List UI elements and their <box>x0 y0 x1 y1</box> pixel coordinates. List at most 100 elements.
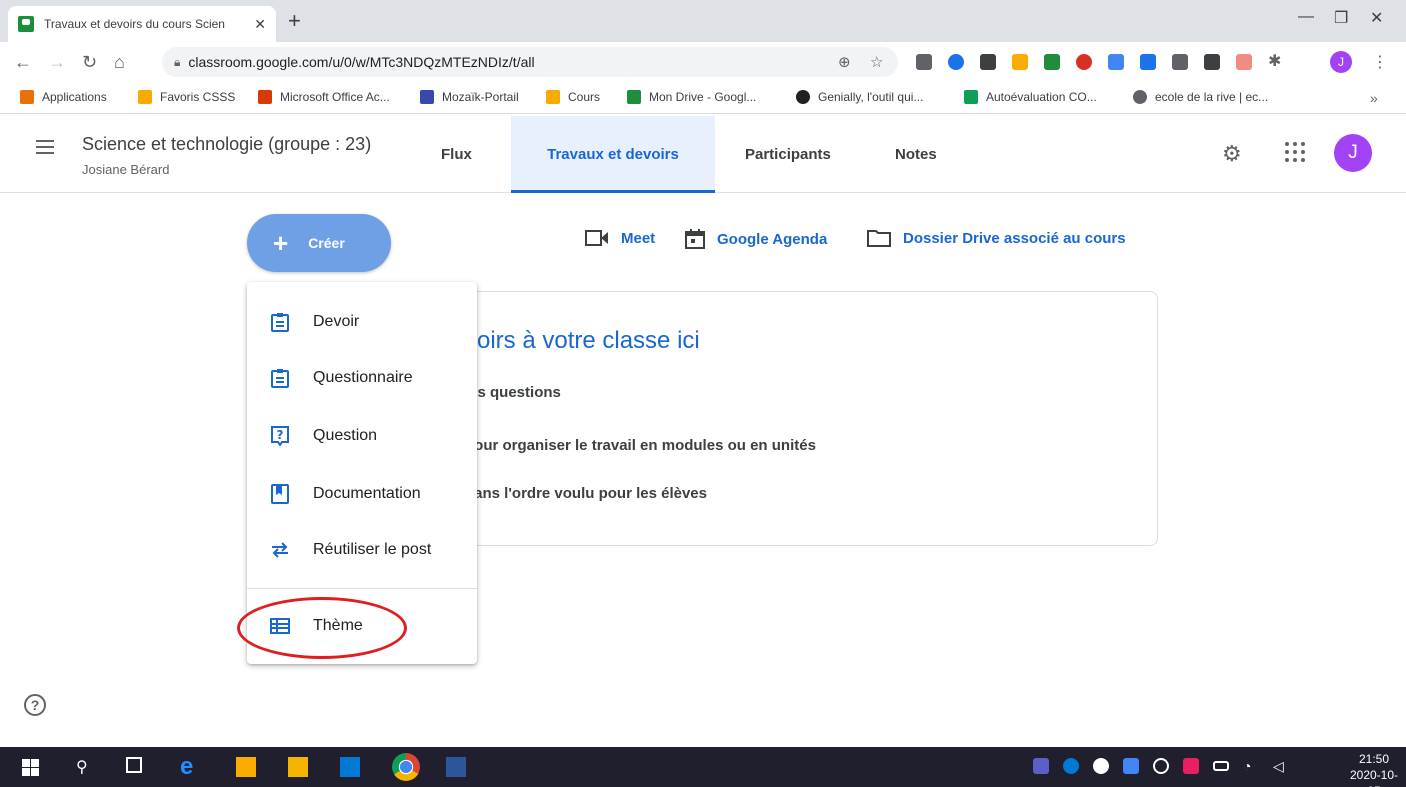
sticky-notes-icon[interactable] <box>236 757 256 777</box>
task-view-icon[interactable] <box>126 757 142 773</box>
account-avatar[interactable]: J <box>1334 134 1372 172</box>
genially-icon <box>796 90 810 104</box>
bookmark-item[interactable]: ecole de la rive | ec... <box>1133 90 1268 104</box>
tray-app-icon[interactable] <box>1093 758 1109 774</box>
menu-item-reutiliser[interactable]: Réutiliser le post <box>247 522 477 578</box>
word-icon[interactable] <box>446 757 466 777</box>
edge-icon[interactable]: e <box>180 755 200 779</box>
folder-icon <box>867 230 891 247</box>
lock-icon: 🔒︎ <box>174 54 181 69</box>
menu-item-questionnaire[interactable]: Questionnaire <box>247 350 477 406</box>
wifi-icon[interactable]: ◔ <box>1243 758 1259 774</box>
settings-gear-icon[interactable]: ⚙ <box>1222 143 1242 165</box>
card-line: les questions <box>465 384 561 401</box>
empty-state-card: voirs à votre classe ici les questions p… <box>420 291 1158 546</box>
tab-flux[interactable]: Flux <box>441 116 472 193</box>
close-tab-icon[interactable]: ✕ <box>254 16 266 33</box>
bookmark-item[interactable]: Mozaïk-Portail <box>420 90 519 104</box>
browser-menu-icon[interactable]: ⋮ <box>1372 52 1388 72</box>
classroom-header: Science et technologie (groupe : 23) Jos… <box>0 116 1406 193</box>
battery-icon[interactable] <box>1213 761 1229 771</box>
extension-icon[interactable] <box>916 54 932 70</box>
course-title[interactable]: Science et technologie (groupe : 23) <box>82 134 371 155</box>
reuse-icon <box>269 539 291 561</box>
more-bookmarks-icon[interactable]: » <box>1370 90 1378 106</box>
teams-icon[interactable] <box>1033 758 1049 774</box>
apps-grid-icon <box>20 90 34 104</box>
bookmark-item[interactable]: Genially, l'outil qui... <box>796 90 923 104</box>
chrome-icon[interactable] <box>392 753 420 781</box>
mozaik-icon <box>420 90 434 104</box>
bookmark-item[interactable]: Cours <box>546 90 600 104</box>
meet-link[interactable]: Meet <box>585 229 655 247</box>
onedrive-icon[interactable] <box>1063 758 1079 774</box>
back-icon[interactable]: ← <box>14 52 32 72</box>
extension-icon[interactable] <box>1172 54 1188 70</box>
restore-icon[interactable]: ❐ <box>1334 8 1348 28</box>
browser-tab[interactable]: Travaux et devoirs du cours Scien ✕ <box>8 6 276 42</box>
minimize-icon[interactable]: — <box>1298 8 1314 26</box>
forward-icon[interactable]: → <box>48 52 66 72</box>
new-tab-icon[interactable]: + <box>288 10 301 32</box>
extension-icon[interactable] <box>1236 54 1252 70</box>
browser-profile-avatar[interactable]: J <box>1330 51 1352 73</box>
menu-item-documentation[interactable]: Documentation <box>247 466 477 522</box>
main-menu-icon[interactable] <box>36 140 54 154</box>
window-close-icon[interactable]: ✕ <box>1370 8 1383 28</box>
volume-icon[interactable]: ◁ <box>1273 758 1289 774</box>
menu-divider <box>247 588 477 589</box>
menu-item-question[interactable]: ? Question <box>247 408 477 464</box>
drive-folder-link[interactable]: Dossier Drive associé au cours <box>867 229 1126 247</box>
extension-icon[interactable] <box>1140 54 1156 70</box>
extension-icon[interactable] <box>1012 54 1028 70</box>
browser-tab-strip: Travaux et devoirs du cours Scien ✕ + — … <box>0 0 1406 42</box>
file-explorer-icon[interactable] <box>288 757 308 777</box>
tray-app-icon[interactable] <box>1153 758 1169 774</box>
menu-item-devoir[interactable]: Devoir <box>247 294 477 350</box>
extension-icon[interactable] <box>980 54 996 70</box>
tab-participants[interactable]: Participants <box>745 116 831 193</box>
quiz-icon <box>269 367 291 389</box>
url-text: classroom.google.com/u/0/w/MTc3NDQzMTEzN… <box>188 54 535 70</box>
tab-title: Travaux et devoirs du cours Scien <box>44 17 225 31</box>
folder-icon <box>138 90 152 104</box>
search-icon[interactable]: ⚲ <box>76 757 96 777</box>
translate-icon[interactable] <box>1108 54 1124 70</box>
bookmark-item[interactable]: Autoévaluation CO... <box>964 90 1097 104</box>
tray-app-icon[interactable] <box>1123 758 1139 774</box>
clock[interactable]: 21:50 2020-10-05 <box>1345 751 1403 787</box>
create-button[interactable]: + Créer <box>247 214 391 272</box>
address-bar[interactable]: 🔒︎ classroom.google.com/u/0/w/MTc3NDQzMT… <box>162 47 898 77</box>
bookmark-item[interactable]: Mon Drive - Googl... <box>627 90 756 104</box>
course-owner: Josiane Bérard <box>82 162 170 177</box>
extension-icon[interactable] <box>948 54 964 70</box>
tray-app-icon[interactable] <box>1183 758 1199 774</box>
windows-start-icon[interactable] <box>20 757 40 777</box>
extension-icon[interactable] <box>1204 54 1220 70</box>
tab-notes[interactable]: Notes <box>895 116 937 193</box>
bookmark-item[interactable]: Applications <box>20 90 107 104</box>
extensions-puzzle-icon[interactable]: ✱ <box>1268 54 1284 70</box>
bookmark-item[interactable]: Favoris CSSS <box>138 90 235 104</box>
reload-icon[interactable]: ↻ <box>82 52 97 72</box>
plus-icon: + <box>273 228 289 258</box>
drive-extension-icon[interactable] <box>1044 54 1060 70</box>
bookmark-star-icon[interactable]: ☆ <box>870 53 883 71</box>
zoom-icon[interactable]: ⊕ <box>838 53 851 71</box>
question-icon: ? <box>269 425 291 447</box>
card-title: voirs à votre classe ici <box>465 327 700 354</box>
google-apps-icon[interactable] <box>1285 142 1305 162</box>
bookmark-item[interactable]: Microsoft Office Ac... <box>258 90 390 104</box>
google-agenda-link[interactable]: Google Agenda <box>685 229 827 249</box>
office-icon <box>258 90 272 104</box>
material-icon <box>269 483 291 505</box>
svg-text:?: ? <box>277 428 284 442</box>
adblock-icon[interactable] <box>1076 54 1092 70</box>
outlook-icon[interactable] <box>340 757 360 777</box>
help-icon[interactable]: ? <box>24 694 46 716</box>
calendar-icon <box>685 229 705 249</box>
forms-icon <box>964 90 978 104</box>
tab-travaux-et-devoirs[interactable]: Travaux et devoirs <box>511 116 715 193</box>
classroom-favicon-icon <box>18 16 34 32</box>
home-icon[interactable]: ⌂ <box>114 52 125 72</box>
